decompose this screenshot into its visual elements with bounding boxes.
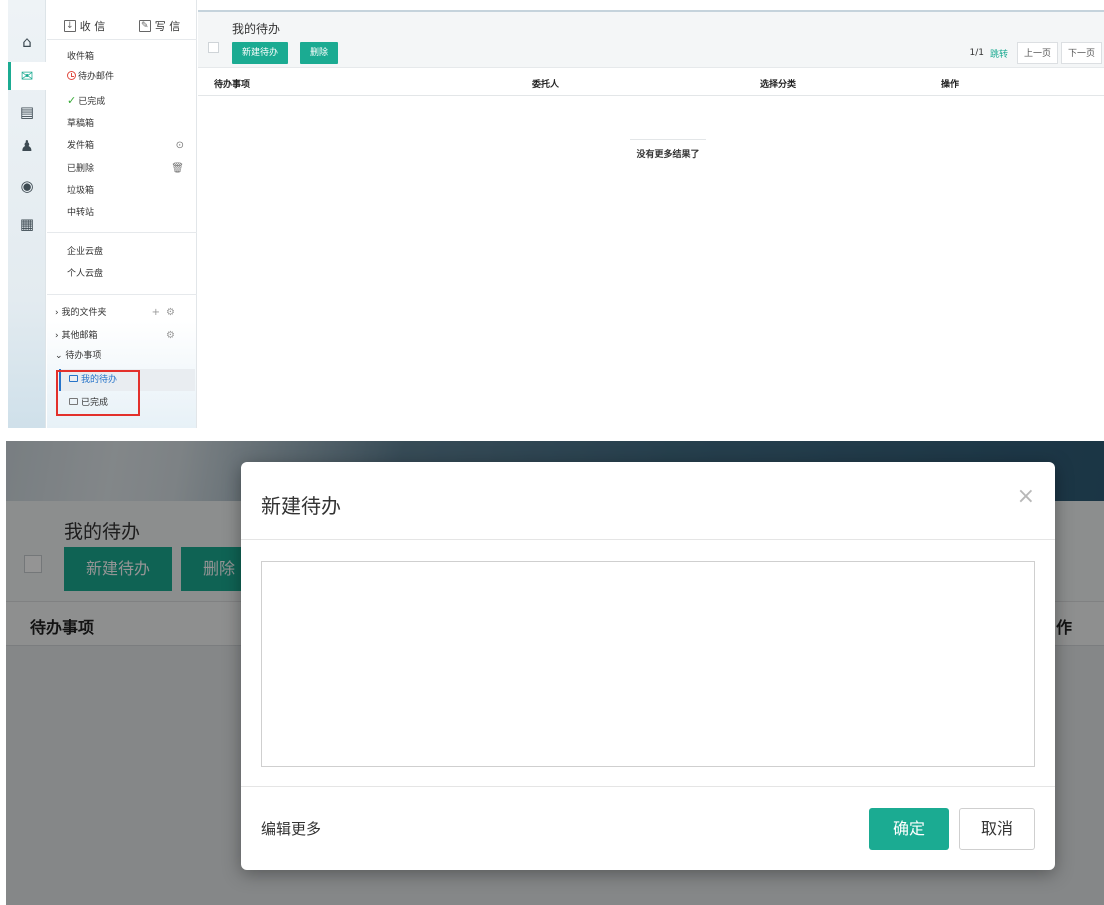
receive-label: 收 信: [79, 20, 106, 33]
divider: [47, 39, 197, 40]
empty-message: 没有更多结果了: [630, 139, 706, 160]
folder-deleted[interactable]: 已删除 🗑: [67, 159, 192, 179]
divider: [241, 786, 1055, 787]
close-icon[interactable]: ×: [1017, 484, 1035, 509]
new-todo-button[interactable]: 新建待办: [232, 42, 289, 64]
todo-main-panel: 我的待办 新建待办 删除 1/1 跳转 上一页 下一页 待办事项 委托人 选择分…: [198, 0, 1104, 428]
column-assignee[interactable]: 委托人: [532, 77, 559, 90]
write-label: 写 信: [154, 20, 181, 33]
folder-trash[interactable]: 垃圾箱: [67, 181, 192, 201]
edit-more-link[interactable]: 编辑更多: [261, 818, 321, 839]
folder-completed[interactable]: ✓ 已完成: [67, 91, 192, 111]
home-icon[interactable]: ⌂: [8, 28, 46, 56]
recall-icon[interactable]: ⊙: [176, 136, 184, 156]
highlight-box: [56, 370, 140, 416]
tree-other-mailboxes[interactable]: › 其他邮箱 ⚙: [55, 326, 195, 346]
select-all-checkbox[interactable]: [208, 42, 219, 53]
contacts-icon[interactable]: ▤: [8, 98, 46, 126]
new-todo-dialog-screenshot: 我的待办 新建待办 删除 待办事项 作 新建待办 × 编辑更多 确定 取消: [6, 441, 1104, 905]
tree-other-mailboxes-label: 其他邮箱: [61, 331, 98, 341]
folder-relay[interactable]: 中转站: [67, 203, 192, 223]
modal-title: 新建待办: [261, 494, 341, 518]
table-header: 待办事项 委托人 选择分类 操作: [198, 70, 1104, 96]
column-item[interactable]: 待办事项: [214, 77, 250, 90]
folder-deleted-label: 已删除: [67, 164, 95, 174]
trash-icon[interactable]: 🗑: [171, 159, 184, 179]
folder-drafts[interactable]: 草稿箱: [67, 114, 192, 134]
personal-cloud-drive[interactable]: 个人云盘: [67, 264, 192, 284]
mail-app-screenshot: ⌂ ✉ ▤ ♟ ◉ ▦ ↓ 收 信 ✎ 写 信 收件箱 待办邮件 ✓ 已完成 草稿…: [0, 0, 1104, 428]
tree-todo[interactable]: ⌄ 待办事项: [55, 346, 195, 366]
folder-trash-label: 垃圾箱: [67, 186, 95, 196]
divider: [47, 232, 197, 233]
app-icon-bar: ⌂ ✉ ▤ ♟ ◉ ▦: [8, 0, 46, 428]
pagination: 1/1 跳转 上一页 下一页: [969, 42, 1102, 64]
folder-sent[interactable]: 发件箱 ⊙: [67, 136, 192, 156]
calendar-icon[interactable]: ▦: [8, 210, 46, 238]
page-indicator: 1/1: [969, 48, 984, 58]
folder-relay-label: 中转站: [67, 208, 95, 218]
folder-pending-label: 待办邮件: [78, 72, 115, 82]
tree-my-folders-label: 我的文件夹: [61, 308, 107, 318]
next-page-button[interactable]: 下一页: [1060, 42, 1102, 64]
tree-todo-label: 待办事项: [65, 351, 102, 361]
receive-button[interactable]: ↓ 收 信: [47, 14, 122, 38]
confirm-button[interactable]: 确定: [869, 808, 949, 850]
enterprise-cloud-drive[interactable]: 企业云盘: [67, 242, 192, 262]
prev-page-button[interactable]: 上一页: [1016, 42, 1058, 64]
chevron-down-icon: ⌄: [55, 351, 66, 361]
add-user-icon[interactable]: ♟: [8, 132, 46, 160]
new-todo-modal: 新建待办 × 编辑更多 确定 取消: [241, 462, 1055, 870]
jump-link[interactable]: 跳转: [990, 47, 1008, 60]
todo-content-textarea[interactable]: [261, 561, 1035, 767]
folder-drafts-label: 草稿箱: [67, 119, 95, 129]
gear-icon[interactable]: ⚙: [166, 326, 181, 346]
cancel-button[interactable]: 取消: [959, 808, 1035, 850]
mail-icon[interactable]: ✉: [8, 62, 46, 90]
lifebuoy-icon[interactable]: ◉: [8, 172, 46, 200]
write-button[interactable]: ✎ 写 信: [122, 14, 197, 38]
personal-cloud-label: 个人云盘: [67, 269, 104, 279]
folder-inbox-label: 收件箱: [67, 52, 95, 62]
enterprise-cloud-label: 企业云盘: [67, 247, 104, 257]
column-action: 操作: [941, 80, 960, 90]
delete-button[interactable]: 删除: [300, 42, 339, 64]
tree-my-folders[interactable]: › 我的文件夹 +⚙: [55, 303, 195, 323]
divider: [241, 539, 1055, 540]
folder-inbox[interactable]: 收件箱: [67, 47, 192, 67]
folder-pending-mail[interactable]: 待办邮件: [67, 67, 192, 87]
add-gear-icons[interactable]: +⚙: [152, 303, 181, 323]
divider: [47, 294, 197, 295]
folder-completed-label: 已完成: [78, 97, 106, 107]
clock-icon: [67, 71, 76, 80]
compose-row: ↓ 收 信 ✎ 写 信: [47, 14, 197, 38]
page-title: 我的待办: [232, 22, 281, 36]
folder-sent-label: 发件箱: [67, 141, 95, 151]
download-icon: ↓: [63, 20, 76, 32]
mail-folder-sidebar: ↓ 收 信 ✎ 写 信 收件箱 待办邮件 ✓ 已完成 草稿箱 发件箱 ⊙ 已删除 🗑 …: [47, 0, 197, 428]
column-category[interactable]: 选择分类: [760, 77, 796, 90]
edit-icon: ✎: [138, 20, 151, 32]
check-icon: ✓: [67, 94, 77, 107]
